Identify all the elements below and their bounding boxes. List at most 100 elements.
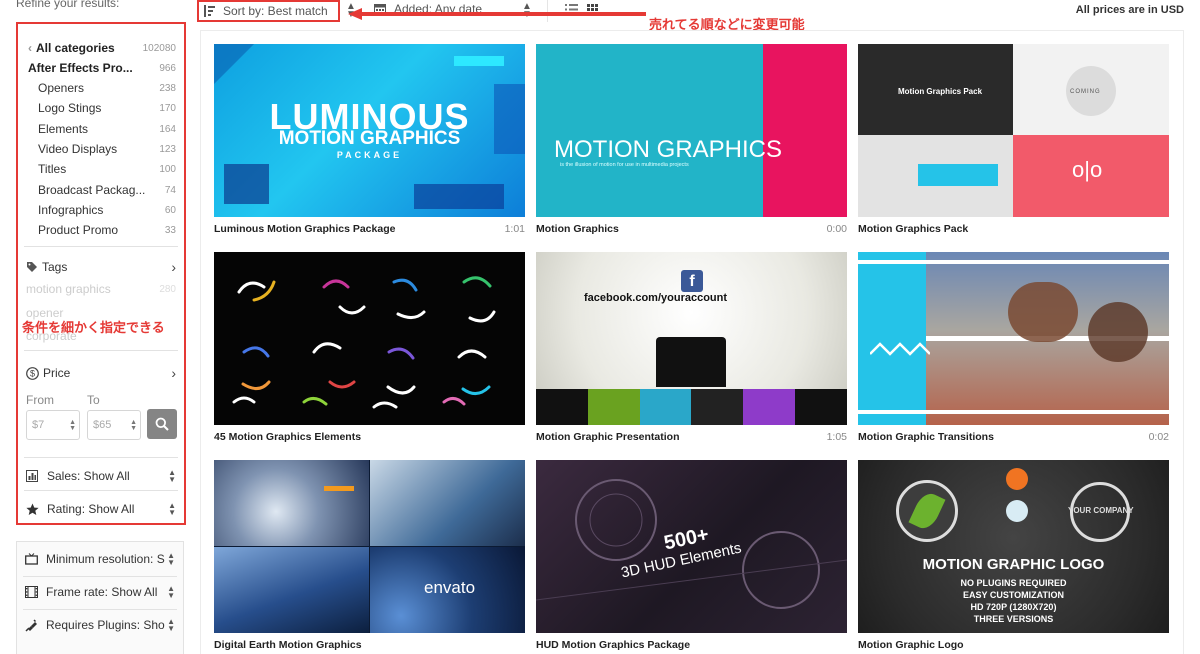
item-title[interactable]: HUD Motion Graphics Package	[536, 639, 690, 651]
sidebar-divider	[24, 457, 178, 458]
result-card[interactable]: YOUR COMPANY MOTION GRAPHIC LOGO NO PLUG…	[858, 460, 1169, 651]
category-infographics[interactable]: Infographics 60	[28, 203, 176, 217]
item-title[interactable]: Motion Graphics	[536, 223, 619, 235]
plug-icon	[25, 618, 39, 632]
annotation-arrow-icon	[348, 8, 646, 20]
item-title[interactable]: Digital Earth Motion Graphics	[214, 639, 362, 651]
select-caret-icon: ▲ ▼	[167, 551, 175, 567]
rating-select[interactable]: Rating: Show All ▲ ▼	[26, 502, 176, 517]
tags-header[interactable]: Tags ›	[26, 259, 176, 275]
results-grid: LUMINOUS MOTION GRAPHICS PACKAGE Luminou…	[200, 30, 1184, 654]
cyan-bar	[918, 164, 998, 186]
earth-panel	[214, 547, 369, 633]
thumb-title-1: Motion Graphics Pack	[898, 87, 983, 96]
framerate-select[interactable]: Frame rate: Show All ▲ ▼	[25, 584, 175, 600]
thumbnail-motion-graphics-pack[interactable]: Motion Graphics Pack COMING o|o	[858, 44, 1169, 217]
chevron-right-icon[interactable]: ›	[171, 365, 176, 381]
thumbnail-motion-graphics[interactable]: MOTION GRAPHICS is the illusion of motio…	[536, 44, 847, 217]
item-title[interactable]: 45 Motion Graphics Elements	[214, 431, 361, 443]
thumb-title-2: is the illusion of motion for use in mul…	[560, 162, 689, 168]
tag-icon	[26, 261, 38, 273]
category-logo-stings[interactable]: Logo Stings 170	[28, 101, 176, 115]
orange-dot	[1006, 468, 1028, 490]
chevron-right-icon[interactable]: ›	[171, 259, 176, 275]
svg-text:$: $	[30, 368, 35, 378]
thumbnail-digital-earth[interactable]: envato	[214, 460, 525, 633]
category-openers[interactable]: Openers 238	[28, 81, 176, 95]
thumb-title-2: MOTION GRAPHICS	[278, 128, 461, 149]
prices-note: All prices are in USD	[1075, 4, 1184, 16]
stepper-icon[interactable]: ▲ ▼	[130, 419, 137, 432]
item-title[interactable]: Motion Graphics Pack	[858, 223, 968, 235]
result-card[interactable]: envato Digital Earth Motion Graphics	[214, 460, 525, 651]
item-duration: 1:05	[826, 431, 847, 443]
result-card[interactable]: Motion Graphics Pack COMING o|o Motion G…	[858, 44, 1169, 235]
sort-label: Sort by: Best match	[223, 4, 328, 18]
result-card[interactable]: Motion Graphic Transitions 0:02	[858, 252, 1169, 443]
thumb-title-1: MOTION GRAPHICS	[554, 136, 783, 163]
category-titles[interactable]: Titles 100	[28, 162, 176, 176]
zigzag-icon	[870, 342, 930, 356]
thumb-line-5: THREE VERSIONS	[973, 614, 1054, 624]
item-duration: 0:00	[826, 223, 847, 235]
hand-pointer-icon	[656, 337, 726, 387]
category-product-promo[interactable]: Product Promo 33	[28, 223, 176, 237]
dollar-icon: $	[26, 366, 39, 380]
tag-item[interactable]: motion graphics	[26, 282, 111, 296]
thumb-title-1: MOTION GRAPHIC LOGO	[922, 556, 1105, 573]
annotation-filter-text: 条件を細かく指定できる	[22, 320, 165, 335]
price-from-input[interactable]: $7 ▲ ▼	[26, 410, 80, 440]
plugins-select[interactable]: Requires Plugins: Sho ▲ ▼	[25, 618, 175, 633]
slide-strip	[536, 389, 847, 425]
category-broadcast-packages[interactable]: Broadcast Packag... 74	[28, 183, 176, 197]
price-header[interactable]: $ Price ›	[26, 365, 176, 381]
sidebar-divider	[24, 350, 178, 351]
select-caret-icon: ▲ ▼	[168, 468, 176, 484]
category-all[interactable]: ‹ All categories 102080	[28, 41, 176, 55]
leaf-logo-icon	[896, 480, 958, 542]
price-to-label: To	[87, 393, 100, 407]
sort-select[interactable]: Sort by: Best match	[197, 0, 340, 22]
thumbnail-logo[interactable]: YOUR COMPANY MOTION GRAPHIC LOGO NO PLUG…	[858, 460, 1169, 633]
item-title[interactable]: Motion Graphic Presentation	[536, 431, 680, 443]
price-from-label: From	[26, 393, 54, 407]
result-card[interactable]: f facebook.com/youraccount Motion Graphi…	[536, 252, 847, 443]
white-stripe	[858, 260, 1169, 264]
category-video-displays[interactable]: Video Displays 123	[28, 142, 176, 156]
sales-select[interactable]: Sales: Show All ▲ ▼	[26, 468, 176, 484]
runner-shape	[1088, 302, 1148, 362]
sidebar-divider	[24, 490, 178, 491]
category-elements[interactable]: Elements 164	[28, 122, 176, 136]
category-after-effects[interactable]: After Effects Pro... 966	[28, 61, 176, 75]
back-chevron-icon[interactable]: ‹	[28, 41, 32, 55]
sidebar-divider	[23, 609, 177, 610]
thumbnail-transitions[interactable]	[858, 252, 1169, 425]
sidebar-divider	[23, 576, 177, 577]
price-to-input[interactable]: $65 ▲ ▼	[87, 410, 141, 440]
advanced-filters: Minimum resolution: S ▲ ▼ Frame rate: Sho…	[16, 541, 184, 654]
facebook-icon: f	[681, 270, 703, 292]
item-title[interactable]: Motion Graphic Transitions	[858, 431, 994, 443]
select-caret-icon: ▲ ▼	[167, 584, 175, 600]
thumb-line-4: HD 720P (1280X720)	[970, 602, 1057, 612]
item-duration: 0:02	[1148, 431, 1169, 443]
result-card[interactable]: MOTION GRAPHICS is the illusion of motio…	[536, 44, 847, 235]
face-glyph: o|o	[1072, 157, 1103, 182]
result-card[interactable]: 500+ 3D HUD Elements HUD Motion Graphics…	[536, 460, 847, 651]
thumbnail-45-elements[interactable]	[214, 252, 525, 425]
thumbnail-presentation[interactable]: f facebook.com/youraccount	[536, 252, 847, 425]
white-stripe	[858, 410, 1169, 414]
result-card[interactable]: 45 Motion Graphics Elements	[214, 252, 525, 443]
price-search-button[interactable]	[147, 409, 177, 439]
blue-dot	[1006, 500, 1028, 522]
pink-panel	[763, 44, 847, 217]
thumbnail-hud[interactable]: 500+ 3D HUD Elements	[536, 460, 847, 633]
item-title[interactable]: Motion Graphic Logo	[858, 639, 964, 651]
resolution-select[interactable]: Minimum resolution: S ▲ ▼	[25, 551, 175, 567]
item-title[interactable]: Luminous Motion Graphics Package	[214, 223, 395, 235]
film-icon	[25, 586, 39, 598]
result-card[interactable]: LUMINOUS MOTION GRAPHICS PACKAGE Luminou…	[214, 44, 525, 235]
stepper-icon[interactable]: ▲ ▼	[69, 419, 76, 432]
thumbnail-luminous[interactable]: LUMINOUS MOTION GRAPHICS PACKAGE	[214, 44, 525, 217]
thumb-title-3: PACKAGE	[336, 150, 403, 160]
